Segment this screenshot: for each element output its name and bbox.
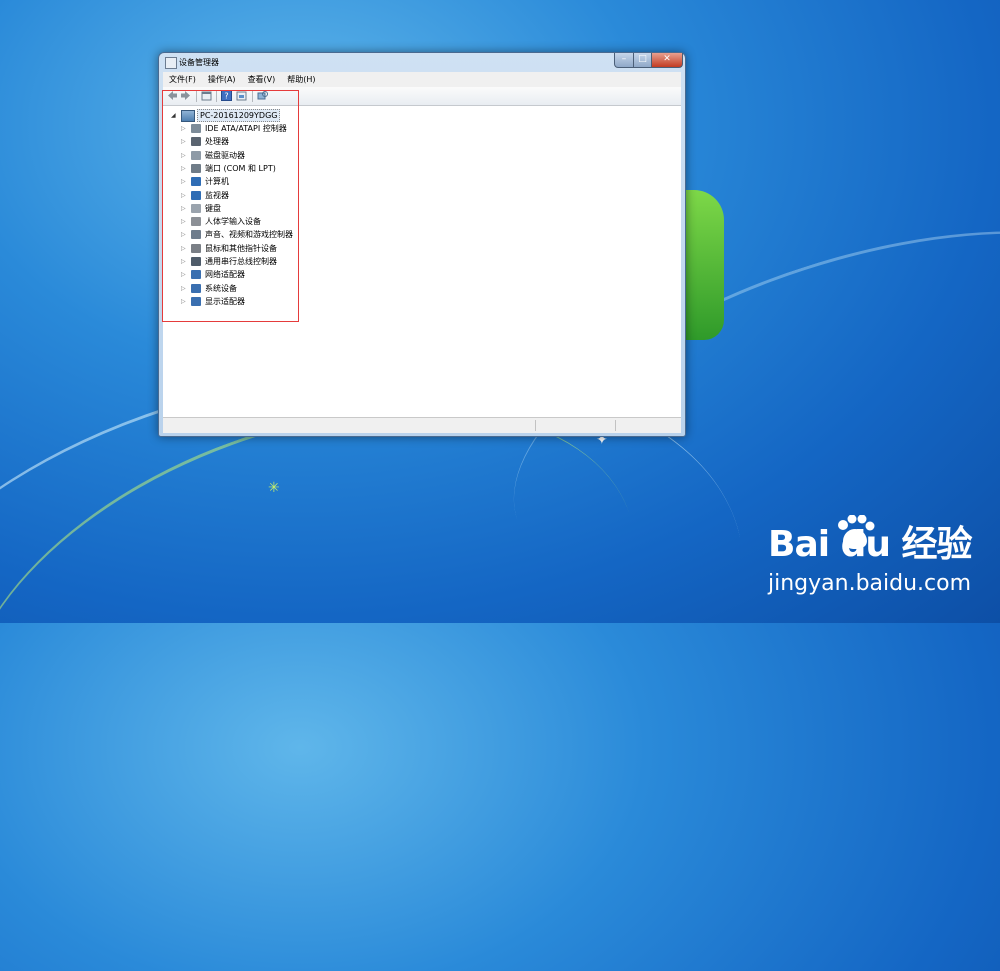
minimize-button[interactable]: – [614, 53, 634, 68]
wallpaper-logo-shape [684, 190, 724, 340]
window-title: 设备管理器 [179, 58, 219, 67]
sparkle-icon: ✳ [268, 480, 280, 496]
baidu-url: jingyan.baidu.com [768, 571, 972, 596]
baidu-watermark: Bai du 经验 jingyan.baidu.com [768, 515, 973, 596]
close-button[interactable]: ✕ [651, 53, 683, 68]
baidu-brand: Bai du 经验 [768, 524, 973, 565]
device-manager-icon [165, 57, 177, 69]
menu-help[interactable]: 帮助(H) [281, 72, 321, 87]
status-divider [615, 420, 616, 431]
maximize-button[interactable]: □ [633, 53, 652, 68]
menu-bar: 文件(F) 操作(A) 查看(V) 帮助(H) [163, 72, 681, 87]
menu-action[interactable]: 操作(A) [202, 72, 242, 87]
title-bar[interactable]: 设备管理器 – □ ✕ [159, 53, 685, 71]
menu-view[interactable]: 查看(V) [242, 72, 282, 87]
status-bar [163, 417, 681, 433]
highlight-box [162, 90, 299, 322]
menu-file[interactable]: 文件(F) [163, 72, 202, 87]
status-divider [535, 420, 536, 431]
